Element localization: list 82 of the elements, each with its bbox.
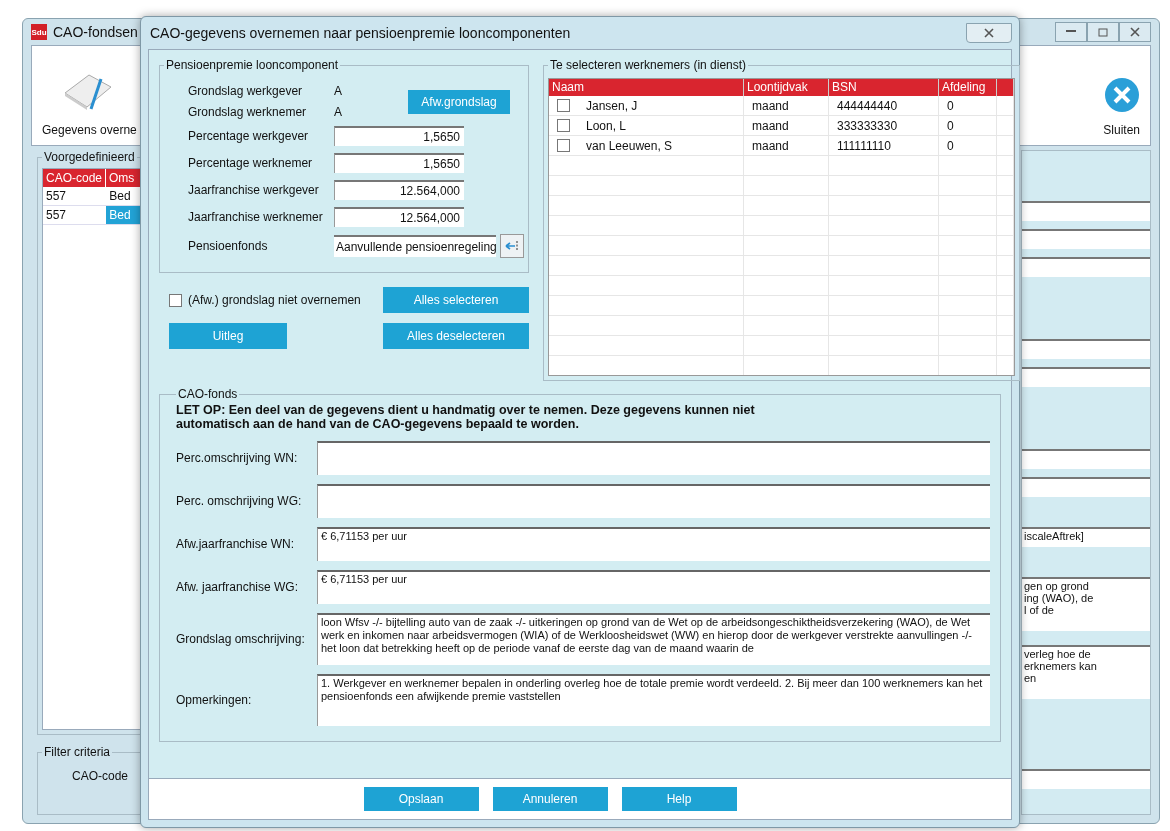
field-label: CAO-code [72, 769, 129, 783]
checkbox[interactable] [557, 99, 570, 112]
field-label: Grondslag werkgever [188, 84, 304, 98]
field-label: Grondslag werknemer [188, 105, 308, 119]
table-cell: maand [752, 118, 789, 133]
table-cell[interactable]: 557 [43, 206, 107, 224]
number-field[interactable]: 12.564,000 [334, 180, 464, 200]
close-button[interactable] [966, 23, 1012, 43]
text-field[interactable]: loon Wfsv -/- bijtelling auto van de zaak -/- uitkeringen op grond van de Wet op de arbeidsongeschiktheidsverzekering (WAO), de Wet werk en inkomen naar arbeidsvermogen (WIA) of de Werkloosheidswet (WW) en hierop door de werkgever verstrekte aanvullingen -/- het loon dat betrekking heeft op de periode vanaf de eerste dag van de maand waarin de [317, 613, 990, 665]
input-field[interactable]: verleg hoe de erknemers kan en [1022, 645, 1150, 699]
column-header[interactable]: BSN [829, 79, 939, 96]
input-field[interactable] [1022, 257, 1150, 277]
number-field[interactable]: 1,5650 [334, 153, 464, 173]
window-title: CAO-fondsen [53, 24, 138, 41]
checkbox[interactable]: (Afw.) grondslag niet overnemen [169, 293, 383, 307]
field-label: Afw. jaarfranchise WG: [176, 580, 300, 594]
column-header[interactable]: Loontijdvak [744, 79, 829, 96]
field-label: Afw.jaarfranchise WN: [176, 537, 296, 551]
dialog-title: CAO-gegevens overnemen naar pensioenpremie looncomponenten [150, 25, 571, 41]
table-cell: Jansen, J [586, 98, 638, 113]
text-field[interactable]: 1. Werkgever en werknemer bepalen in onderling overleg hoe de totale premie wordt verdeeld. 2. Bij meer dan 100 werknemers kan het pensioenfonds een afwijkende premie vaststellen [317, 674, 990, 726]
text-field[interactable]: € 6,71153 per uur [317, 527, 990, 561]
group-title: Pensioenpremie looncomponent [165, 58, 340, 72]
group-title: CAO-fonds [177, 387, 239, 401]
field-label: Jaarfranchise werkgever [188, 183, 320, 197]
table-cell: Loon, L [586, 118, 627, 133]
close-button[interactable] [1119, 22, 1151, 43]
group-title: Te selecteren werknemers (in dienst) [549, 58, 748, 72]
checkbox[interactable] [557, 119, 570, 132]
group-title: Voorgedefinieerd [43, 150, 136, 164]
table-cell: maand [752, 138, 789, 153]
field-label: Jaarfranchise werknemer [188, 210, 324, 224]
toolbar-button[interactable]: Gegevens overne [42, 63, 137, 137]
input-field[interactable] [1022, 201, 1150, 221]
table-cell: maand [752, 98, 789, 113]
input-field[interactable] [1022, 229, 1150, 249]
table-cell: 333333330 [837, 118, 898, 133]
field-value: A [334, 84, 343, 98]
maximize-icon [1098, 27, 1108, 37]
column-header[interactable]: CAO-code [43, 169, 106, 187]
minimize-button[interactable] [1055, 22, 1087, 43]
table-cell: 111111110 [837, 138, 891, 153]
close-icon [984, 28, 994, 38]
field-label: Perc.omschrijving WN: [176, 451, 299, 465]
input-field[interactable] [1022, 367, 1150, 387]
arrow-left-icon [504, 240, 520, 252]
text-field[interactable] [317, 441, 990, 475]
text-field[interactable] [317, 484, 990, 518]
field-label: Perc. omschrijving WG: [176, 494, 303, 508]
table-cell[interactable]: 557 [43, 187, 107, 205]
input-field[interactable]: gen op grond ing (WAO), de l of de [1022, 577, 1150, 631]
column-header[interactable]: Afdeling [939, 79, 997, 96]
app-logo: Sdu [31, 24, 47, 41]
table-cell: 444444440 [837, 98, 898, 113]
input-field[interactable]: iscaleAftrek] [1022, 527, 1150, 547]
checkbox[interactable] [557, 139, 570, 152]
input-field[interactable] [1022, 449, 1150, 469]
close-icon [1103, 77, 1140, 113]
lookup-button[interactable] [500, 234, 524, 258]
group-title: Filter criteria [43, 745, 111, 759]
notice-text: LET OP: Een deel van de gegevens dient u handmatig over te nemen. Deze gegevens kunnen niet automatisch aan de hand van de CAO-gegevens bepaald te worden. [176, 403, 756, 431]
input-field[interactable]: Aanvullende pensioenregeling [334, 235, 496, 257]
field-label: Pensioenfonds [188, 239, 269, 253]
column-header[interactable]: Naam [549, 79, 744, 96]
table-cell[interactable]: Bed [106, 187, 141, 205]
input-field[interactable] [1022, 339, 1150, 359]
input-field[interactable] [1022, 769, 1150, 789]
table-cell: 0 [947, 118, 954, 133]
close-icon [1130, 27, 1140, 38]
number-field[interactable]: 1,5650 [334, 126, 464, 146]
field-label: Percentage werkgever [188, 129, 310, 143]
field-label: Grondslag omschrijving: [176, 632, 306, 646]
text-field[interactable]: € 6,71153 per uur [317, 570, 990, 604]
table-cell: 0 [947, 98, 954, 113]
field-label: Opmerkingen: [176, 693, 253, 707]
table-cell: van Leeuwen, S [586, 138, 673, 153]
number-field[interactable]: 12.564,000 [334, 207, 464, 227]
field-value: A [334, 105, 343, 119]
table-cell: 0 [947, 138, 954, 153]
input-field[interactable] [1022, 477, 1150, 497]
toolbar-button[interactable]: Sluiten [1103, 77, 1140, 137]
field-label: Percentage werknemer [188, 156, 314, 170]
